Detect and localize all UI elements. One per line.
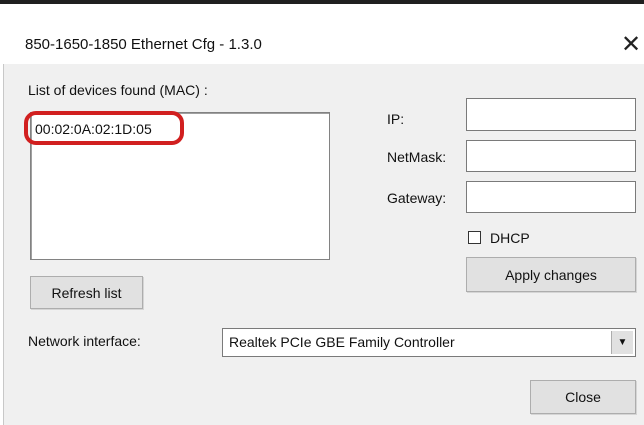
ip-input[interactable]	[466, 98, 636, 131]
close-icon[interactable]: ✕	[615, 29, 644, 61]
close-button[interactable]: Close	[530, 380, 636, 414]
dhcp-checkbox[interactable]	[468, 231, 481, 244]
refresh-list-button[interactable]: Refresh list	[30, 276, 143, 309]
network-interface-label: Network interface:	[28, 333, 141, 349]
gateway-label: Gateway:	[387, 190, 447, 206]
network-interface-dropdown[interactable]: Realtek PCIe GBE Family Controller ▼	[222, 328, 636, 357]
device-list-item[interactable]: 00:02:0A:02:1D:05	[35, 121, 152, 137]
ip-label: IP:	[387, 111, 405, 127]
window-title: 850-1650-1850 Ethernet Cfg - 1.3.0	[25, 36, 262, 53]
dropdown-arrow-icon[interactable]: ▼	[611, 331, 633, 354]
netmask-input[interactable]	[466, 140, 636, 172]
dhcp-label: DHCP	[490, 230, 530, 246]
netmask-label: NetMask:	[387, 149, 447, 165]
devices-listbox[interactable]: 00:02:0A:02:1D:05	[30, 112, 330, 260]
gateway-input[interactable]	[466, 181, 636, 213]
devices-list-label: List of devices found (MAC) :	[28, 82, 208, 98]
network-interface-selected: Realtek PCIe GBE Family Controller	[229, 334, 455, 350]
apply-changes-button[interactable]: Apply changes	[466, 257, 636, 292]
title-bar[interactable]: 850-1650-1850 Ethernet Cfg - 1.3.0 ✕	[3, 4, 644, 64]
